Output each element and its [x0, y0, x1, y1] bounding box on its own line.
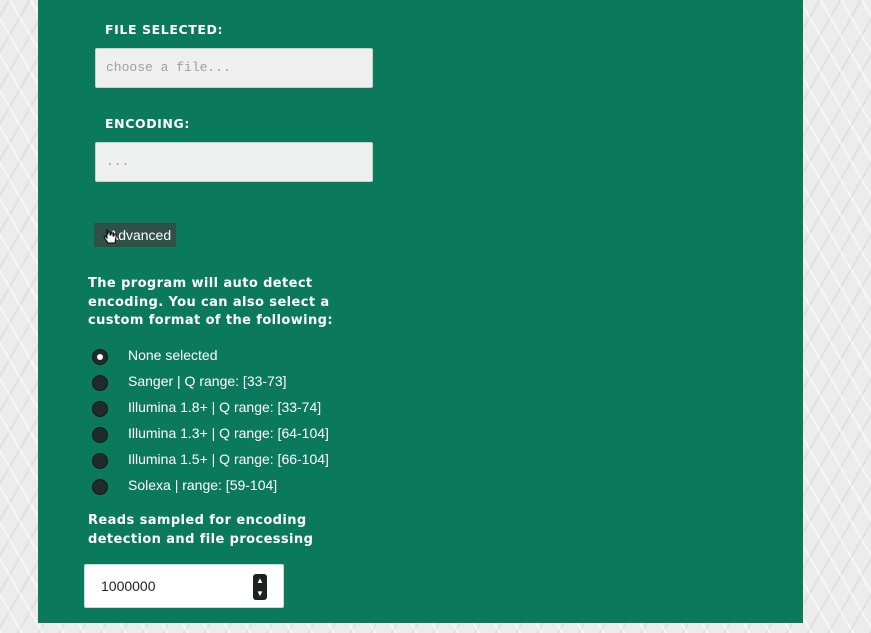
radio-button[interactable] [92, 479, 108, 495]
format-option-label: Sanger | Q range: [33-73] [128, 373, 287, 389]
radio-button[interactable] [92, 375, 108, 391]
reads-sampled-value: 1000000 [101, 578, 156, 594]
spinner-up-icon[interactable]: ▲ [253, 574, 267, 587]
radio-button[interactable] [92, 401, 108, 417]
file-selected-field[interactable]: choose a file... [95, 48, 373, 88]
main-panel: FILE SELECTED: choose a file... ENCODING… [38, 0, 803, 623]
number-spinner[interactable]: ▲ ▼ [253, 574, 267, 600]
spinner-down-icon[interactable]: ▼ [253, 587, 267, 600]
hand-cursor-icon [103, 229, 117, 244]
encoding-label: ENCODING: [105, 116, 190, 131]
format-option-label: Illumina 1.3+ | Q range: [64-104] [128, 425, 329, 441]
encoding-field[interactable]: ... [95, 142, 373, 182]
radio-button[interactable] [92, 427, 108, 443]
format-option-label: None selected [128, 347, 218, 363]
radio-button[interactable] [92, 453, 108, 469]
reads-sampled-input[interactable]: 1000000 ▲ ▼ [84, 564, 284, 608]
file-selected-label: FILE SELECTED: [105, 22, 224, 37]
auto-detect-description: The program will auto detect encoding. Y… [88, 276, 333, 328]
radio-button[interactable] [92, 349, 108, 365]
reads-sampled-label: Reads sampled for encoding detection and… [88, 513, 314, 547]
format-option-label: Illumina 1.8+ | Q range: [33-74] [128, 399, 322, 415]
format-option-label: Illumina 1.5+ | Q range: [66-104] [128, 451, 329, 467]
format-option-label: Solexa | range: [59-104] [128, 477, 278, 493]
